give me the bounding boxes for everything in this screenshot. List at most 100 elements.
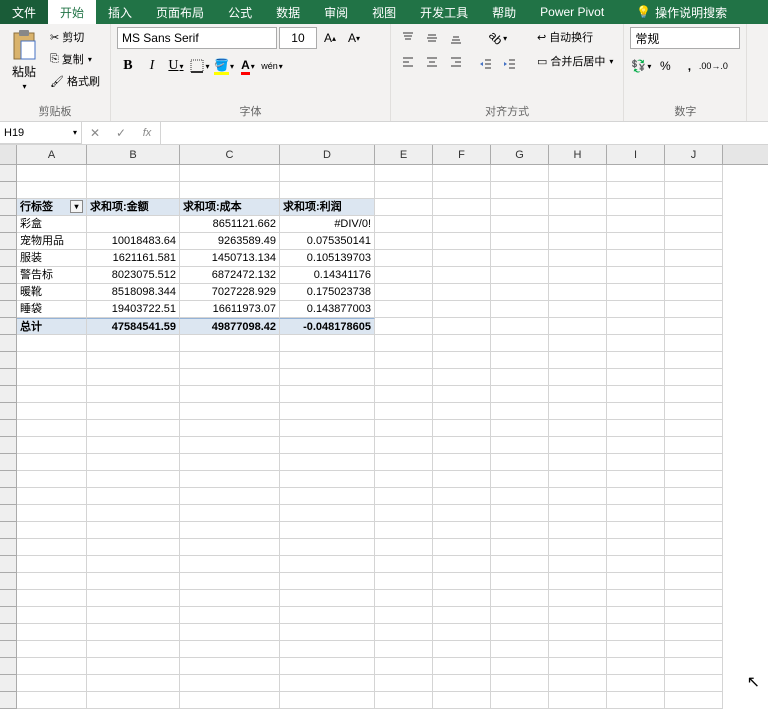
cell[interactable] — [280, 335, 375, 352]
cell[interactable] — [549, 641, 607, 658]
cell[interactable] — [665, 488, 723, 505]
cell[interactable] — [375, 607, 433, 624]
cell[interactable] — [280, 403, 375, 420]
cell[interactable] — [180, 488, 280, 505]
cell[interactable] — [87, 607, 180, 624]
cell[interactable] — [280, 641, 375, 658]
cell[interactable] — [491, 556, 549, 573]
cell[interactable] — [87, 386, 180, 403]
cell[interactable] — [375, 573, 433, 590]
col-header[interactable]: D — [280, 145, 375, 164]
row-header[interactable] — [0, 369, 17, 386]
wrap-text-button[interactable]: ↩自动换行 — [533, 27, 617, 47]
cell[interactable] — [607, 675, 665, 692]
border-button[interactable]: ▾ — [189, 55, 211, 77]
font-color-button[interactable]: A▾ — [237, 55, 259, 77]
cell[interactable] — [375, 624, 433, 641]
select-all-corner[interactable] — [0, 145, 17, 164]
cell[interactable] — [87, 471, 180, 488]
cell[interactable] — [280, 369, 375, 386]
cell[interactable] — [180, 165, 280, 182]
cell[interactable] — [180, 522, 280, 539]
cell[interactable] — [17, 556, 87, 573]
cell[interactable] — [375, 233, 433, 250]
filter-dropdown-button[interactable]: ▾ — [70, 200, 83, 213]
col-header[interactable]: I — [607, 145, 665, 164]
cell[interactable] — [180, 675, 280, 692]
col-header[interactable]: H — [549, 145, 607, 164]
cell[interactable] — [491, 590, 549, 607]
row-header[interactable] — [0, 624, 17, 641]
cell[interactable] — [665, 386, 723, 403]
cell[interactable] — [549, 471, 607, 488]
cell[interactable] — [665, 216, 723, 233]
percent-button[interactable]: % — [654, 55, 676, 77]
cell[interactable] — [17, 386, 87, 403]
cell[interactable] — [549, 233, 607, 250]
cell[interactable] — [491, 641, 549, 658]
cell[interactable]: 0.175023738 — [280, 284, 375, 301]
cell[interactable] — [17, 403, 87, 420]
cell[interactable] — [433, 233, 491, 250]
cell[interactable] — [87, 454, 180, 471]
cell[interactable] — [433, 675, 491, 692]
cell[interactable] — [375, 318, 433, 335]
cell[interactable] — [491, 165, 549, 182]
col-header[interactable]: E — [375, 145, 433, 164]
align-center-button[interactable] — [421, 51, 443, 73]
cell[interactable] — [280, 539, 375, 556]
cell[interactable] — [491, 182, 549, 199]
cell[interactable] — [491, 437, 549, 454]
cell[interactable] — [665, 590, 723, 607]
row-header[interactable] — [0, 284, 17, 301]
row-header[interactable] — [0, 403, 17, 420]
cell[interactable] — [87, 420, 180, 437]
cell[interactable]: 1450713.134 — [180, 250, 280, 267]
cell[interactable] — [549, 301, 607, 318]
row-header[interactable] — [0, 675, 17, 692]
font-name-select[interactable] — [117, 27, 277, 49]
cell[interactable] — [17, 182, 87, 199]
cell[interactable] — [491, 692, 549, 709]
cell[interactable] — [280, 573, 375, 590]
orientation-button[interactable]: ab▾ — [475, 27, 521, 49]
cell[interactable] — [491, 216, 549, 233]
cell[interactable] — [665, 556, 723, 573]
cell[interactable] — [549, 284, 607, 301]
cell[interactable] — [549, 692, 607, 709]
paste-button[interactable]: 粘贴 ▾ — [6, 27, 42, 93]
cell[interactable] — [607, 590, 665, 607]
cell[interactable] — [433, 488, 491, 505]
cell[interactable] — [17, 352, 87, 369]
cell[interactable] — [549, 556, 607, 573]
cell[interactable] — [549, 488, 607, 505]
cell[interactable] — [375, 556, 433, 573]
cell[interactable] — [375, 199, 433, 216]
cell[interactable]: 0.075350141 — [280, 233, 375, 250]
cell[interactable] — [280, 590, 375, 607]
cell[interactable] — [433, 301, 491, 318]
cell[interactable] — [665, 641, 723, 658]
cut-button[interactable]: ✂剪切 — [46, 27, 104, 47]
cell[interactable] — [607, 182, 665, 199]
row-header[interactable] — [0, 522, 17, 539]
cell[interactable] — [180, 369, 280, 386]
row-header[interactable] — [0, 505, 17, 522]
row-header[interactable] — [0, 386, 17, 403]
cell[interactable]: 求和项:成本 — [180, 199, 280, 216]
cell[interactable]: 行标签▾ — [17, 199, 87, 216]
cell[interactable] — [549, 675, 607, 692]
cell[interactable] — [491, 369, 549, 386]
cell[interactable] — [375, 386, 433, 403]
cell[interactable]: 0.143877003 — [280, 301, 375, 318]
cell[interactable] — [180, 505, 280, 522]
cell[interactable] — [375, 454, 433, 471]
cell[interactable] — [433, 284, 491, 301]
cell[interactable] — [491, 352, 549, 369]
cell[interactable] — [17, 539, 87, 556]
cell[interactable] — [180, 573, 280, 590]
cell[interactable] — [607, 318, 665, 335]
increase-indent-button[interactable] — [499, 53, 521, 75]
decrease-font-button[interactable]: A▾ — [343, 27, 365, 49]
format-painter-button[interactable]: 🖌格式刷 — [46, 71, 104, 91]
